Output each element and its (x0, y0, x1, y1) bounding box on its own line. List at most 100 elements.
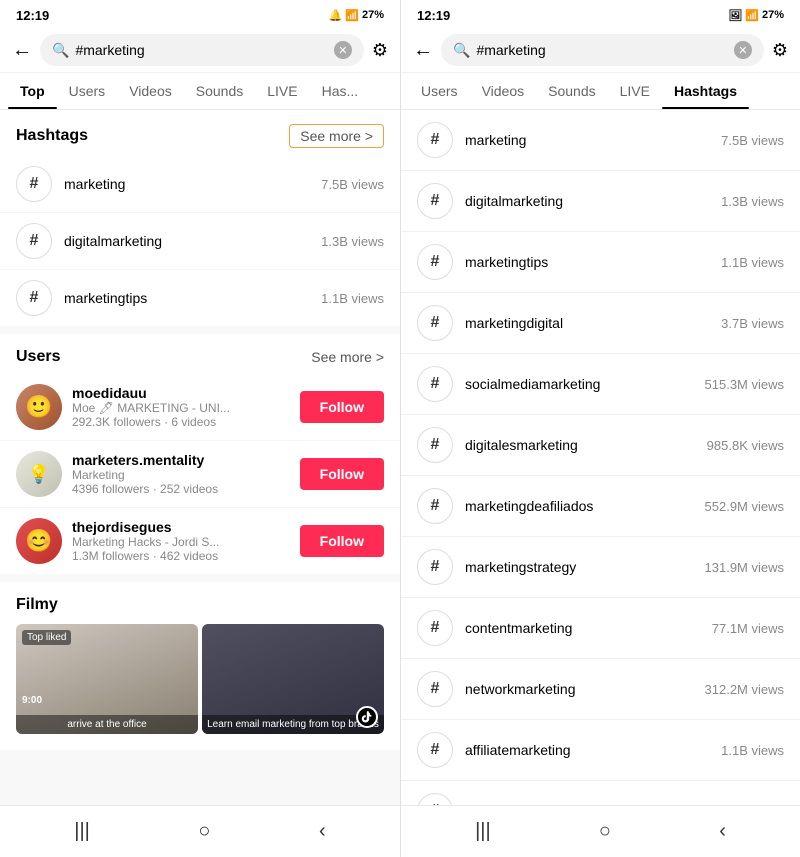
ht-item-5[interactable]: # digitalesmarketing 985.8K views (401, 415, 800, 476)
menu-btn-left[interactable]: ||| (74, 820, 90, 843)
back-button-right[interactable]: ← (413, 39, 433, 62)
ht-name-3: marketingdigital (465, 315, 709, 331)
search-bar-right: ← 🔍 #marketing ✕ ⚙ (401, 28, 800, 73)
filter-icon-left[interactable]: ⚙ (372, 40, 388, 61)
ht-hash-icon-8: # (417, 610, 453, 646)
ht-views-2: 1.1B views (721, 255, 784, 270)
ht-hash-icon-11: # (417, 793, 453, 805)
time-right: 12:19 (417, 8, 450, 23)
hashtag-item-marketingtips[interactable]: # marketingtips 1.1B views (0, 270, 400, 326)
ht-item-11[interactable]: # strategiemarketing 34.3M views (401, 781, 800, 805)
ht-item-9[interactable]: # networkmarketing 312.2M views (401, 659, 800, 720)
tab-hashtags-right[interactable]: Hashtags (662, 73, 749, 109)
hashtags-section: Hashtags See more > # marketing 7.5B vie… (0, 110, 400, 326)
filter-icon-right[interactable]: ⚙ (772, 40, 788, 61)
ht-name-0: marketing (465, 132, 709, 148)
ht-name-8: contentmarketing (465, 620, 700, 636)
content-right: # marketing 7.5B views # digitalmarketin… (401, 110, 800, 805)
ht-item-6[interactable]: # marketingdeafiliados 552.9M views (401, 476, 800, 537)
ht-hash-icon-7: # (417, 549, 453, 585)
ht-item-0[interactable]: # marketing 7.5B views (401, 110, 800, 171)
ht-hash-icon-4: # (417, 366, 453, 402)
search-input-wrap-left[interactable]: 🔍 #marketing ✕ (40, 34, 364, 66)
ht-hash-icon-10: # (417, 732, 453, 768)
video-thumb-1[interactable]: Top liked 9:00 arrive at the office (16, 624, 198, 734)
tab-has-left[interactable]: Has... (310, 73, 371, 109)
ht-views-1: 1.3B views (721, 194, 784, 209)
hashtag-item-marketing[interactable]: # marketing 7.5B views (0, 156, 400, 213)
video-thumb-2[interactable]: Learn email marketing from top brands (202, 624, 384, 734)
ht-views-3: 3.7B views (721, 316, 784, 331)
users-see-more[interactable]: See more > (311, 349, 384, 365)
ht-views-7: 131.9M views (705, 560, 784, 575)
bio-marketers-mentality: Marketing (72, 468, 290, 482)
back-nav-right[interactable]: ‹ (719, 820, 726, 843)
tabs-right: Users Videos Sounds LIVE Hashtags (401, 73, 800, 110)
back-button-left[interactable]: ← (12, 39, 32, 62)
tab-videos-right[interactable]: Videos (470, 73, 537, 109)
tab-users-left[interactable]: Users (57, 73, 118, 109)
wifi-icon-right: 📶 (745, 9, 759, 22)
user-item-marketers-mentality[interactable]: 💡 marketers.mentality Marketing 4396 fol… (0, 441, 400, 508)
video-time-1: 9:00 (22, 695, 42, 706)
home-btn-left[interactable]: ○ (198, 820, 210, 843)
tab-users-right[interactable]: Users (409, 73, 470, 109)
follow-button-moedidauu[interactable]: Follow (300, 391, 384, 423)
tab-live-right[interactable]: LIVE (608, 73, 662, 109)
ht-item-10[interactable]: # affiliatemarketing 1.1B views (401, 720, 800, 781)
tab-videos-left[interactable]: Videos (117, 73, 184, 109)
ht-hash-icon-3: # (417, 305, 453, 341)
ht-views-10: 1.1B views (721, 743, 784, 758)
tab-sounds-right[interactable]: Sounds (536, 73, 607, 109)
ht-item-3[interactable]: # marketingdigital 3.7B views (401, 293, 800, 354)
video-overlay-1: arrive at the office (16, 715, 198, 734)
hashtags-title: Hashtags (16, 127, 88, 145)
ht-item-1[interactable]: # digitalmarketing 1.3B views (401, 171, 800, 232)
users-title: Users (16, 348, 60, 366)
hashtag-views-3: 1.1B views (321, 291, 384, 306)
status-bar-right: 12:19 🖼 📶 27% (401, 0, 800, 28)
search-bar-left: ← 🔍 #marketing ✕ ⚙ (0, 28, 400, 73)
hashtag-item-digitalmarketing[interactable]: # digitalmarketing 1.3B views (0, 213, 400, 270)
ht-hash-icon-0: # (417, 122, 453, 158)
ht-item-4[interactable]: # socialmediamarketing 515.3M views (401, 354, 800, 415)
ht-name-4: socialmediamarketing (465, 376, 693, 392)
search-clear-right[interactable]: ✕ (734, 41, 752, 59)
follow-button-thejordisegues[interactable]: Follow (300, 525, 384, 557)
user-item-moedidauu[interactable]: 🙂 moedidauu Moe 🖊 MARKETING - UNI... 292… (0, 374, 400, 441)
ht-item-2[interactable]: # marketingtips 1.1B views (401, 232, 800, 293)
search-clear-left[interactable]: ✕ (334, 41, 352, 59)
tab-top[interactable]: Top (8, 73, 57, 109)
ht-views-9: 312.2M views (705, 682, 784, 697)
videos-section: Filmy Top liked 9:00 arrive at the offic… (0, 582, 400, 750)
ht-item-8[interactable]: # contentmarketing 77.1M views (401, 598, 800, 659)
search-input-wrap-right[interactable]: 🔍 #marketing ✕ (441, 34, 764, 66)
hashtag-name-2: digitalmarketing (64, 233, 309, 249)
ht-views-8: 77.1M views (712, 621, 784, 636)
user-item-thejordisegues[interactable]: 😊 thejordisegues Marketing Hacks - Jordi… (0, 508, 400, 574)
ht-hash-icon-9: # (417, 671, 453, 707)
hashtag-views-2: 1.3B views (321, 234, 384, 249)
hashtags-see-more[interactable]: See more > (289, 124, 384, 148)
home-btn-right[interactable]: ○ (599, 820, 611, 843)
search-query-right: #marketing (476, 42, 727, 58)
tab-live-left[interactable]: LIVE (255, 73, 309, 109)
menu-btn-right[interactable]: ||| (475, 820, 491, 843)
search-icon-left: 🔍 (52, 42, 69, 59)
username-thejordisegues: thejordisegues (72, 519, 290, 535)
hash-icon-3: # (16, 280, 52, 316)
ht-hash-icon-5: # (417, 427, 453, 463)
ht-views-5: 985.8K views (707, 438, 784, 453)
status-icons-left: 🔔 📶 27% (329, 9, 384, 22)
back-nav-left[interactable]: ‹ (319, 820, 326, 843)
ht-item-7[interactable]: # marketingstrategy 131.9M views (401, 537, 800, 598)
hashtag-views-1: 7.5B views (321, 177, 384, 192)
content-left: Hashtags See more > # marketing 7.5B vie… (0, 110, 400, 805)
stats-thejordisegues: 1.3M followers · 462 videos (72, 549, 290, 563)
status-icons-right: 🖼 📶 27% (728, 9, 784, 22)
avatar-marketers-mentality: 💡 (16, 451, 62, 497)
battery-left: 27% (362, 9, 384, 21)
ht-views-0: 7.5B views (721, 133, 784, 148)
tab-sounds-left[interactable]: Sounds (184, 73, 255, 109)
follow-button-marketers-mentality[interactable]: Follow (300, 458, 384, 490)
